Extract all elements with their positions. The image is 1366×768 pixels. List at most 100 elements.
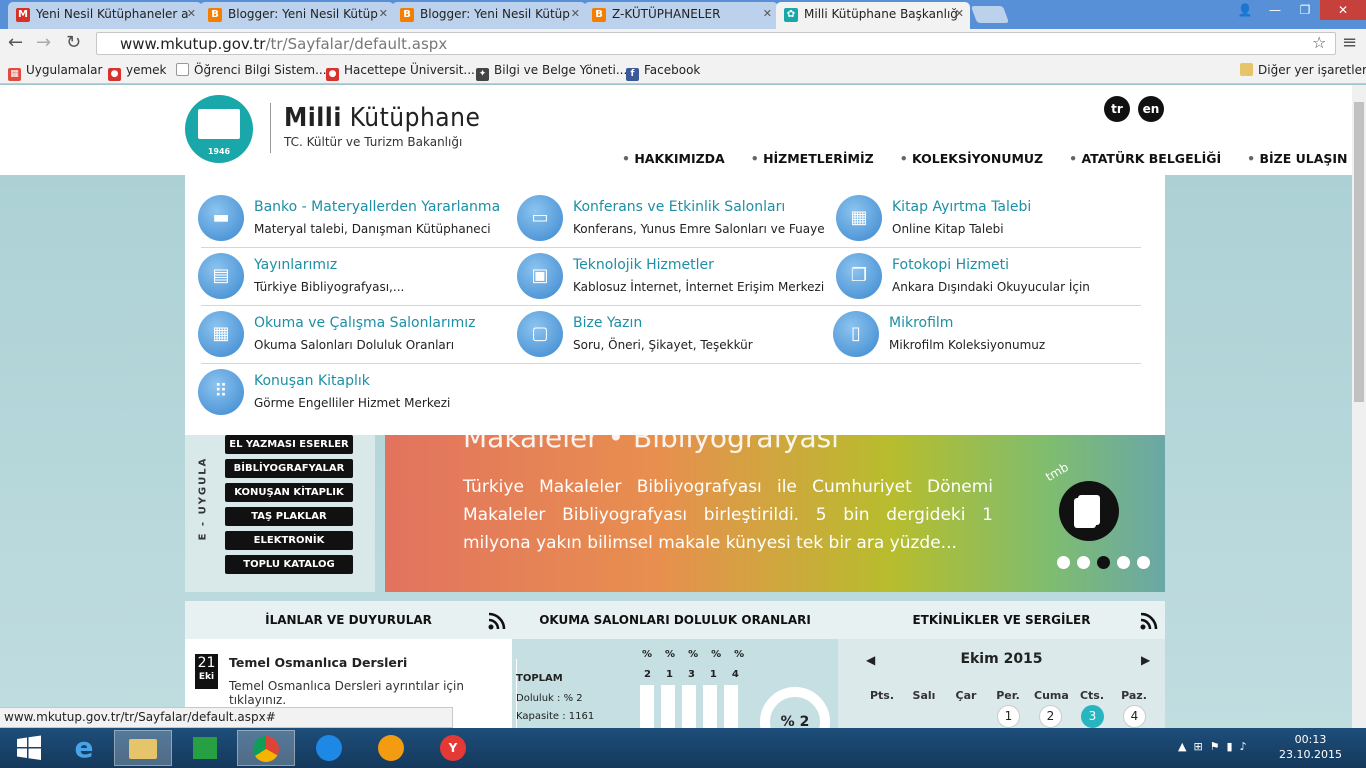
- store-button[interactable]: [176, 730, 234, 766]
- close-icon[interactable]: ✕: [763, 7, 772, 20]
- nav-koleksiyonumuz[interactable]: KOLEKSİYONUMUZ: [900, 151, 1043, 166]
- maximize-button[interactable]: ❐: [1290, 0, 1320, 20]
- profile-icon[interactable]: 👤: [1230, 0, 1260, 20]
- copy-icon: ❐: [836, 253, 882, 299]
- main-nav: HAKKIMIZDA HİZMETLERİMİZ KOLEKSİYONUMUZ ATA…: [622, 151, 1352, 166]
- pct: %: [711, 649, 735, 660]
- eapp-button[interactable]: TAŞ PLAKLAR: [225, 507, 353, 526]
- slider-dot[interactable]: [1077, 556, 1090, 569]
- eapp-button[interactable]: EL YAZMASI ESERLER: [225, 435, 353, 454]
- tab-5-active[interactable]: ✿ Milli Kütüphane Başkanlığ ✕: [776, 2, 970, 29]
- lang-tr-button[interactable]: tr: [1104, 96, 1130, 122]
- pct: %: [734, 649, 758, 660]
- chrome-button[interactable]: [237, 730, 295, 766]
- taskbar-clock[interactable]: 00:13 23.10.2015: [1279, 732, 1342, 762]
- next-month-icon[interactable]: ▶: [1141, 653, 1150, 667]
- slider-dot[interactable]: [1137, 556, 1150, 569]
- calendar-date-today[interactable]: 3: [1081, 705, 1104, 728]
- menu-item-bize-yazin[interactable]: ▢ Bize Yazın Soru, Öneri, Şikayet, Teşekkü…: [517, 307, 827, 363]
- tab-4[interactable]: B Z-KÜTÜPHANELER ✕: [584, 2, 778, 29]
- slider-dot-active[interactable]: [1097, 556, 1110, 569]
- menu-icon[interactable]: ≡: [1342, 33, 1357, 53]
- bookmark-bby[interactable]: ✦ Bilgi ve Belge Yöneti...: [476, 63, 627, 81]
- tab-3[interactable]: B Blogger: Yeni Nesil Kütüp ✕: [392, 2, 586, 29]
- brand[interactable]: Milli Kütüphane TC. Kültür ve Turizm Bak…: [270, 103, 480, 153]
- divider: [201, 247, 1141, 248]
- menu-item-konferans[interactable]: ▭ Konferans ve Etkinlik Salonları Konferan…: [517, 191, 827, 247]
- nav-hakkimizda[interactable]: HAKKIMIZDA: [622, 151, 725, 166]
- apps-icon: ▦: [8, 68, 21, 81]
- menu-item-sub: Türkiye Bibliyografyası,...: [254, 280, 405, 294]
- menu-item-yayinlarimiz[interactable]: ▤ Yayınlarımız Türkiye Bibliyografyası,...: [198, 249, 508, 305]
- brand-subtitle: TC. Kültür ve Turizm Bakanlığı: [284, 135, 463, 149]
- pct-val: 1: [665, 669, 688, 680]
- bookmark-hacettepe[interactable]: ● Hacettepe Üniversit...: [326, 63, 475, 81]
- tab-2[interactable]: B Blogger: Yeni Nesil Kütüp ✕: [200, 2, 394, 29]
- blogger-icon: B: [208, 8, 222, 22]
- bookmark-yemek[interactable]: ● yemek: [108, 63, 167, 81]
- close-icon[interactable]: ✕: [955, 7, 964, 20]
- scroll-thumb[interactable]: [1354, 102, 1364, 402]
- menu-item-konusan-kitaplik[interactable]: ⠿ Konuşan Kitaplık Görme Engelliler Hizmet…: [198, 365, 508, 421]
- menu-item-banko[interactable]: ▬ Banko - Materyallerden Yararlanma Matery…: [198, 191, 508, 247]
- occupancy-bar: [682, 685, 696, 728]
- bookmark-apps[interactable]: ▦ Uygulamalar: [8, 63, 102, 81]
- close-icon[interactable]: ✕: [187, 7, 196, 20]
- nav-bize-ulasin[interactable]: BİZE ULAŞIN: [1247, 151, 1347, 166]
- page-scrollbar[interactable]: [1352, 85, 1366, 728]
- forward-icon[interactable]: →: [36, 33, 51, 53]
- bookmark-label: Diğer yer işaretleri: [1258, 63, 1366, 77]
- calendar-date[interactable]: 4: [1123, 705, 1146, 728]
- calendar-date[interactable]: 2: [1039, 705, 1062, 728]
- menu-item-mikrofilm[interactable]: ▯ Mikrofilm Mikrofilm Koleksiyonumuz: [833, 307, 1143, 363]
- close-icon[interactable]: ✕: [379, 7, 388, 20]
- star-icon[interactable]: ☆: [1312, 33, 1326, 53]
- announcement-title[interactable]: Temel Osmanlıca Dersleri: [229, 655, 407, 670]
- menu-item-title: Teknolojik Hizmetler: [573, 257, 714, 273]
- eapp-button[interactable]: ELEKTRONİK KAYNAKLAR: [225, 531, 353, 565]
- gauge-value: % 2: [780, 714, 810, 728]
- menu-item-title: Kitap Ayırtma Talebi: [892, 199, 1032, 215]
- lang-en-button[interactable]: en: [1138, 96, 1164, 122]
- new-tab-button[interactable]: [970, 6, 1010, 23]
- other-bookmarks[interactable]: Diğer yer işaretleri: [1240, 63, 1366, 77]
- yandex-button[interactable]: Y: [424, 730, 482, 766]
- calendar-date[interactable]: 1: [997, 705, 1020, 728]
- nav-ataturk-belgeligi[interactable]: ATATÜRK BELGELİĞİ: [1069, 151, 1221, 166]
- close-icon[interactable]: ✕: [571, 7, 580, 20]
- eapp-button[interactable]: BİBLİYOGRAFYALAR: [225, 459, 353, 478]
- bookmark-obs[interactable]: Öğrenci Bilgi Sistem...: [176, 63, 327, 77]
- site-logo[interactable]: 1946: [185, 95, 253, 163]
- nav-hizmetlerimiz[interactable]: HİZMETLERİMİZ: [751, 151, 874, 166]
- menu-item-fotokopi[interactable]: ❐ Fotokopi Hizmeti Ankara Dışındaki Okuyuc…: [836, 249, 1146, 305]
- rss-icon[interactable]: [1139, 611, 1159, 631]
- reload-icon[interactable]: ↻: [66, 33, 81, 53]
- bookmark-facebook[interactable]: f Facebook: [626, 63, 700, 81]
- menu-item-okuma-salonlari[interactable]: ▦ Okuma ve Çalışma Salonlarımız Okuma Salo…: [198, 307, 508, 363]
- address-bar[interactable]: www.mkutup.gov.tr/tr/Sayfalar/default.as…: [96, 32, 1336, 55]
- menu-item-kitap-ayirtma[interactable]: ▦ Kitap Ayırtma Talebi Online Kitap Talebi: [836, 191, 1146, 247]
- app-button[interactable]: [300, 730, 358, 766]
- back-icon[interactable]: ←: [8, 33, 23, 53]
- slider-dot[interactable]: [1117, 556, 1130, 569]
- blogger-icon: B: [400, 8, 414, 22]
- rss-icon[interactable]: [487, 611, 507, 631]
- date-badge: 21 Eki: [195, 654, 218, 689]
- ie-button[interactable]: e: [55, 730, 113, 766]
- start-button[interactable]: [0, 730, 58, 766]
- menu-item-sub: Ankara Dışındaki Okuyucular İçin: [892, 280, 1090, 294]
- explorer-button[interactable]: [114, 730, 172, 766]
- window-close-button[interactable]: ✕: [1320, 0, 1366, 20]
- tab-1[interactable]: M Yeni Nesil Kütüphaneler a ✕: [8, 2, 202, 29]
- eapp-button[interactable]: KONUŞAN KİTAPLIK: [225, 483, 353, 502]
- app-button[interactable]: [362, 730, 420, 766]
- calendar-month: Ekim 2015: [960, 651, 1043, 667]
- slider-dot[interactable]: [1057, 556, 1070, 569]
- news-slider[interactable]: Makaleler • Bibliyografyası Türkiye Maka…: [385, 421, 1165, 592]
- bookmark-label: Bilgi ve Belge Yöneti...: [494, 63, 628, 77]
- eapp-button[interactable]: TOPLU KATALOG: [225, 555, 353, 574]
- minimize-button[interactable]: —: [1260, 0, 1290, 20]
- percent-labels: %%%%%: [642, 649, 757, 660]
- menu-item-teknolojik[interactable]: ▣ Teknolojik Hizmetler Kablosuz İnternet, …: [517, 249, 827, 305]
- tray-icons[interactable]: ▲ ⊞ ⚑ ▮ ♪: [1178, 740, 1247, 753]
